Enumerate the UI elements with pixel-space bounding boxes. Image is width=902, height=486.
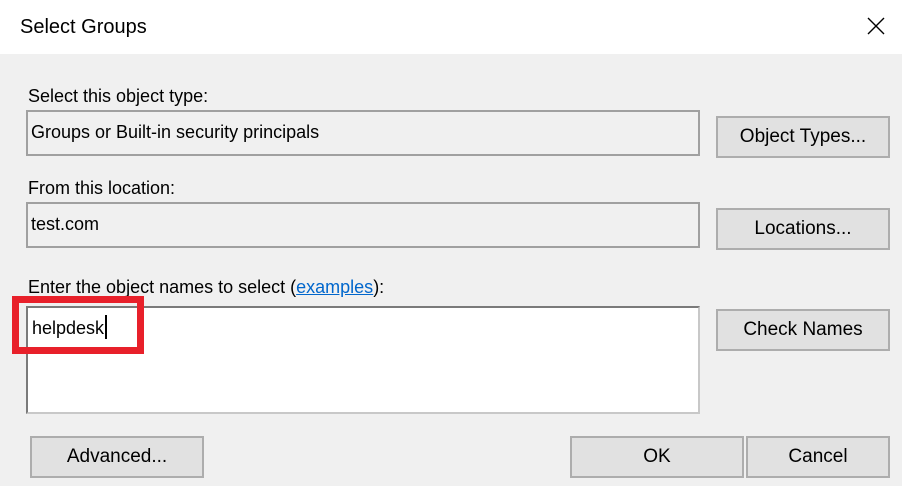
advanced-button[interactable]: Advanced... xyxy=(30,436,204,478)
locations-button[interactable]: Locations... xyxy=(716,208,890,250)
object-types-button[interactable]: Object Types... xyxy=(716,116,890,158)
object-type-value: Groups or Built-in security principals xyxy=(31,122,320,142)
dialog-title: Select Groups xyxy=(20,16,147,38)
check-names-button[interactable]: Check Names xyxy=(716,309,890,351)
text-cursor xyxy=(105,315,108,339)
examples-link[interactable]: examples xyxy=(296,277,373,297)
object-names-label-suffix: ): xyxy=(373,277,385,297)
object-names-label-prefix: Enter the object names to select ( xyxy=(28,277,297,297)
location-value: test.com xyxy=(31,214,100,234)
object-type-field: Groups or Built-in security principals xyxy=(26,110,700,156)
close-icon xyxy=(867,17,885,35)
location-field: test.com xyxy=(26,202,700,248)
object-names-value: helpdesk xyxy=(32,318,105,338)
close-button[interactable] xyxy=(856,8,896,44)
title-bar: Select Groups xyxy=(0,0,902,54)
object-type-label: Select this object type: xyxy=(28,86,209,106)
object-names-label: Enter the object names to select (exampl… xyxy=(28,276,384,298)
cancel-button[interactable]: Cancel xyxy=(746,436,890,478)
ok-button[interactable]: OK xyxy=(570,436,744,478)
location-label: From this location: xyxy=(28,178,176,198)
object-names-input[interactable]: helpdesk xyxy=(26,306,700,414)
